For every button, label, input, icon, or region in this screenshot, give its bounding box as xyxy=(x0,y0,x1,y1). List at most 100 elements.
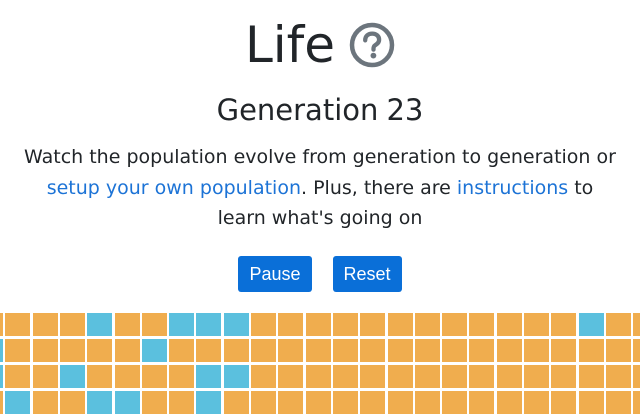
cell-dead[interactable] xyxy=(332,365,358,388)
cell-dead[interactable] xyxy=(578,365,604,388)
cell-dead[interactable] xyxy=(387,313,413,336)
cell-dead[interactable] xyxy=(5,339,31,362)
cell-dead[interactable] xyxy=(360,391,386,414)
cell-dead[interactable] xyxy=(414,391,440,414)
cell-dead[interactable] xyxy=(223,339,249,362)
cell-dead[interactable] xyxy=(414,365,440,388)
cell-dead[interactable] xyxy=(114,339,140,362)
cell-dead[interactable] xyxy=(0,391,3,414)
cell-dead[interactable] xyxy=(114,365,140,388)
pause-button[interactable]: Pause xyxy=(238,256,312,292)
cell-dead[interactable] xyxy=(469,391,495,414)
cell-dead[interactable] xyxy=(442,313,468,336)
cell-dead[interactable] xyxy=(496,391,522,414)
cell-dead[interactable] xyxy=(496,365,522,388)
cell-dead[interactable] xyxy=(251,391,276,414)
cell-alive[interactable] xyxy=(196,391,222,414)
cell-dead[interactable] xyxy=(141,391,167,414)
cell-dead[interactable] xyxy=(5,313,31,336)
cell-dead[interactable] xyxy=(633,313,640,336)
cell-dead[interactable] xyxy=(524,313,549,336)
cell-dead[interactable] xyxy=(251,313,276,336)
cell-alive[interactable] xyxy=(0,365,3,388)
cell-dead[interactable] xyxy=(387,339,413,362)
cell-alive[interactable] xyxy=(223,313,249,336)
cell-dead[interactable] xyxy=(32,339,58,362)
cell-dead[interactable] xyxy=(469,313,495,336)
cell-dead[interactable] xyxy=(496,313,522,336)
cell-dead[interactable] xyxy=(605,339,631,362)
cell-alive[interactable] xyxy=(87,313,113,336)
cell-dead[interactable] xyxy=(360,365,386,388)
cell-dead[interactable] xyxy=(414,313,440,336)
cell-alive[interactable] xyxy=(196,365,222,388)
cell-dead[interactable] xyxy=(469,365,495,388)
cell-dead[interactable] xyxy=(496,339,522,362)
cell-dead[interactable] xyxy=(605,313,631,336)
cell-dead[interactable] xyxy=(578,391,604,414)
cell-dead[interactable] xyxy=(414,339,440,362)
cell-dead[interactable] xyxy=(524,365,549,388)
cell-dead[interactable] xyxy=(141,365,167,388)
cell-dead[interactable] xyxy=(169,365,195,388)
cell-dead[interactable] xyxy=(442,391,468,414)
cell-dead[interactable] xyxy=(305,339,331,362)
cell-dead[interactable] xyxy=(332,313,358,336)
cell-dead[interactable] xyxy=(59,391,85,414)
instructions-link[interactable]: instructions xyxy=(457,177,568,199)
cell-dead[interactable] xyxy=(223,391,249,414)
cell-alive[interactable] xyxy=(141,339,167,362)
cell-alive[interactable] xyxy=(196,313,222,336)
cell-dead[interactable] xyxy=(524,339,549,362)
cell-dead[interactable] xyxy=(633,391,640,414)
cell-dead[interactable] xyxy=(551,391,577,414)
cell-dead[interactable] xyxy=(59,313,85,336)
cell-dead[interactable] xyxy=(114,313,140,336)
cell-dead[interactable] xyxy=(169,339,195,362)
cell-dead[interactable] xyxy=(32,365,58,388)
cell-dead[interactable] xyxy=(442,339,468,362)
cell-dead[interactable] xyxy=(278,313,304,336)
cell-dead[interactable] xyxy=(387,365,413,388)
cell-dead[interactable] xyxy=(32,391,58,414)
cell-dead[interactable] xyxy=(87,339,113,362)
cell-dead[interactable] xyxy=(251,365,276,388)
cell-alive[interactable] xyxy=(169,313,195,336)
cell-dead[interactable] xyxy=(305,391,331,414)
cell-dead[interactable] xyxy=(251,339,276,362)
cell-dead[interactable] xyxy=(360,313,386,336)
question-circle-icon[interactable] xyxy=(349,22,395,68)
cell-alive[interactable] xyxy=(114,391,140,414)
cell-dead[interactable] xyxy=(578,339,604,362)
cell-dead[interactable] xyxy=(551,313,577,336)
cell-dead[interactable] xyxy=(469,339,495,362)
cell-dead[interactable] xyxy=(5,365,31,388)
cell-dead[interactable] xyxy=(278,391,304,414)
cell-alive[interactable] xyxy=(59,365,85,388)
cell-dead[interactable] xyxy=(59,339,85,362)
cell-dead[interactable] xyxy=(305,365,331,388)
cell-dead[interactable] xyxy=(551,339,577,362)
cell-dead[interactable] xyxy=(332,391,358,414)
cell-dead[interactable] xyxy=(87,365,113,388)
cell-dead[interactable] xyxy=(387,391,413,414)
cell-dead[interactable] xyxy=(442,365,468,388)
cell-alive[interactable] xyxy=(0,339,3,362)
cell-dead[interactable] xyxy=(196,339,222,362)
reset-button[interactable]: Reset xyxy=(332,256,402,292)
cell-dead[interactable] xyxy=(0,313,3,336)
cell-dead[interactable] xyxy=(360,339,386,362)
cell-dead[interactable] xyxy=(633,339,640,362)
cell-dead[interactable] xyxy=(633,365,640,388)
cell-dead[interactable] xyxy=(605,365,631,388)
cell-dead[interactable] xyxy=(278,339,304,362)
cell-dead[interactable] xyxy=(332,339,358,362)
cell-dead[interactable] xyxy=(524,391,549,414)
cell-alive[interactable] xyxy=(578,313,604,336)
cell-dead[interactable] xyxy=(169,391,195,414)
cell-dead[interactable] xyxy=(32,313,58,336)
setup-population-link[interactable]: setup your own population xyxy=(47,177,301,199)
cell-dead[interactable] xyxy=(278,365,304,388)
cell-dead[interactable] xyxy=(551,365,577,388)
cell-alive[interactable] xyxy=(5,391,31,414)
